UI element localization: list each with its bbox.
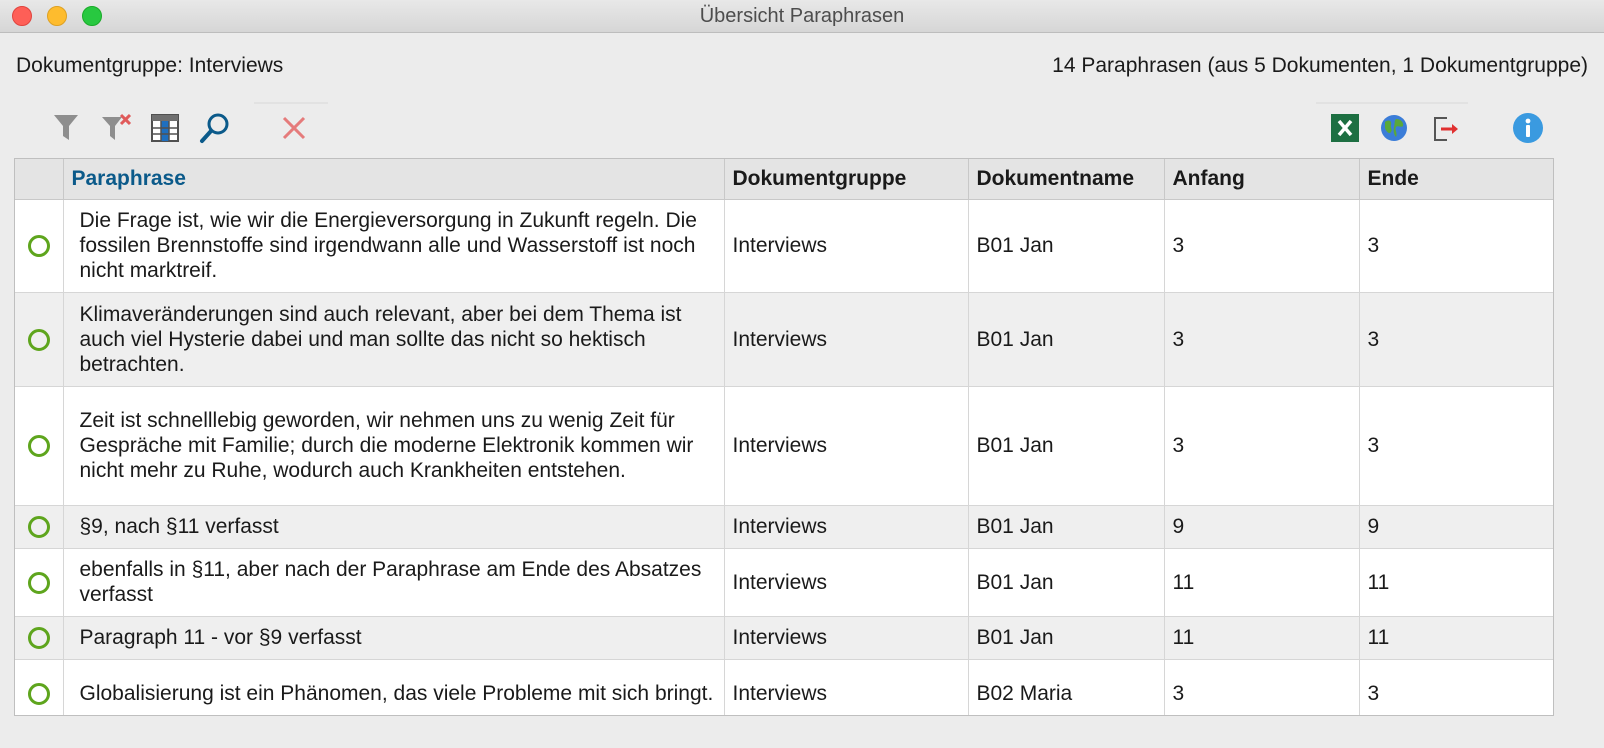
start-cell[interactable]: 9 — [1164, 505, 1360, 549]
document-name-cell[interactable]: B01 Jan — [968, 616, 1165, 660]
start-cell[interactable]: 11 — [1164, 548, 1360, 617]
column-header-marker[interactable] — [15, 159, 64, 200]
web-export-icon — [1381, 115, 1407, 141]
paraphrase-circle-icon — [27, 627, 50, 650]
end-cell[interactable]: 3 — [1359, 199, 1553, 293]
start-cell[interactable]: 3 — [1164, 386, 1360, 506]
delete-icon — [282, 116, 306, 140]
column-header-document-group[interactable]: Dokumentgruppe — [724, 159, 969, 200]
end-cell[interactable]: 3 — [1359, 292, 1553, 387]
search-icon — [200, 113, 229, 143]
document-name-cell[interactable]: B02 Maria — [968, 659, 1165, 715]
start-cell[interactable]: 3 — [1164, 199, 1360, 293]
document-name-cell[interactable]: B01 Jan — [968, 548, 1165, 617]
end-cell[interactable]: 11 — [1359, 616, 1553, 660]
paraphrase-cell[interactable]: Klimaveränderungen sind auch relevant, a… — [63, 292, 725, 387]
end-cell[interactable]: 9 — [1359, 505, 1553, 549]
table-row[interactable]: §9, nach §11 verfasst Interviews B01 Jan… — [15, 505, 1553, 549]
paraphrase-circle-icon — [27, 571, 50, 594]
paraphrase-circle-icon — [27, 328, 50, 351]
table-row[interactable]: Paragraph 11 - vor §9 verfasst Interview… — [15, 616, 1553, 660]
document-name-cell[interactable]: B01 Jan — [968, 505, 1165, 549]
end-cell[interactable]: 3 — [1359, 659, 1553, 715]
document-group-cell[interactable]: Interviews — [724, 199, 969, 293]
column-settings-icon — [151, 114, 179, 142]
info-button[interactable] — [1510, 108, 1546, 148]
row-marker — [15, 386, 64, 506]
paraphrase-count-summary: 14 Paraphrasen (aus 5 Dokumenten, 1 Doku… — [1052, 54, 1588, 77]
column-header-paraphrase[interactable]: Paraphrase — [63, 159, 725, 200]
document-group-cell[interactable]: Interviews — [724, 548, 969, 617]
start-cell[interactable]: 3 — [1164, 292, 1360, 387]
export-button[interactable] — [1427, 108, 1463, 148]
remove-filter-button[interactable] — [98, 108, 134, 148]
row-marker — [15, 292, 64, 387]
info-icon — [1513, 113, 1543, 143]
start-cell[interactable]: 3 — [1164, 659, 1360, 715]
filter-button[interactable] — [48, 108, 84, 148]
table-row[interactable]: Zeit ist schnelllebig geworden, wir nehm… — [15, 386, 1553, 506]
paraphrase-table: Paraphrase Dokumentgruppe Dokumentname A… — [14, 158, 1554, 716]
paraphrase-overview-window: Übersicht Paraphrasen Dokumentgruppe: In… — [0, 0, 1604, 748]
table-row[interactable]: Globalisierung ist ein Phänomen, das vie… — [15, 659, 1553, 715]
document-name-cell[interactable]: B01 Jan — [968, 199, 1165, 293]
excel-export-icon — [1331, 114, 1359, 142]
column-header-start[interactable]: Anfang — [1164, 159, 1360, 200]
search-button[interactable] — [197, 108, 233, 148]
start-cell[interactable]: 11 — [1164, 616, 1360, 660]
table-header-row: Paraphrase Dokumentgruppe Dokumentname A… — [15, 159, 1553, 200]
delete-button[interactable] — [276, 108, 312, 148]
table-row[interactable]: Die Frage ist, wie wir die Energieversor… — [15, 199, 1553, 293]
table-row[interactable]: ebenfalls in §11, aber nach der Paraphra… — [15, 548, 1553, 617]
document-group-cell[interactable]: Interviews — [724, 386, 969, 506]
web-export-button[interactable] — [1376, 108, 1412, 148]
paraphrase-cell[interactable]: Die Frage ist, wie wir die Energieversor… — [63, 199, 725, 293]
excel-export-button[interactable] — [1327, 108, 1363, 148]
paraphrase-circle-icon — [27, 435, 50, 458]
column-header-document-name[interactable]: Dokumentname — [968, 159, 1165, 200]
row-marker — [15, 616, 64, 660]
document-name-cell[interactable]: B01 Jan — [968, 292, 1165, 387]
paraphrase-cell[interactable]: Zeit ist schnelllebig geworden, wir nehm… — [63, 386, 725, 506]
document-group-cell[interactable]: Interviews — [724, 505, 969, 549]
row-marker — [15, 548, 64, 617]
toolbar-separator — [1316, 102, 1468, 104]
paraphrase-cell[interactable]: Paragraph 11 - vor §9 verfasst — [63, 616, 725, 660]
end-cell[interactable]: 11 — [1359, 548, 1553, 617]
end-cell[interactable]: 3 — [1359, 386, 1553, 506]
document-name-cell[interactable]: B01 Jan — [968, 386, 1165, 506]
document-group-cell[interactable]: Interviews — [724, 659, 969, 715]
paraphrase-cell[interactable]: §9, nach §11 verfasst — [63, 505, 725, 549]
column-header-end[interactable]: Ende — [1359, 159, 1553, 200]
row-marker — [15, 505, 64, 549]
paraphrase-circle-icon — [27, 235, 50, 258]
paraphrase-circle-icon — [27, 682, 50, 705]
title-bar[interactable]: Übersicht Paraphrasen — [0, 0, 1604, 33]
document-group-label: Dokumentgruppe: Interviews — [16, 54, 284, 77]
paraphrase-circle-icon — [27, 516, 50, 539]
document-group-cell[interactable]: Interviews — [724, 292, 969, 387]
paraphrase-cell[interactable]: ebenfalls in §11, aber nach der Paraphra… — [63, 548, 725, 617]
export-icon — [1434, 117, 1458, 141]
table-row[interactable]: Klimaveränderungen sind auch relevant, a… — [15, 292, 1553, 387]
toolbar-separator — [254, 102, 328, 104]
filter-icon — [54, 115, 78, 140]
paraphrase-cell[interactable]: Globalisierung ist ein Phänomen, das vie… — [63, 659, 725, 715]
remove-filter-icon — [102, 113, 132, 140]
row-marker — [15, 659, 64, 715]
document-group-cell[interactable]: Interviews — [724, 616, 969, 660]
window-title: Übersicht Paraphrasen — [699, 5, 905, 27]
row-marker — [15, 199, 64, 293]
column-settings-button[interactable] — [147, 108, 183, 148]
